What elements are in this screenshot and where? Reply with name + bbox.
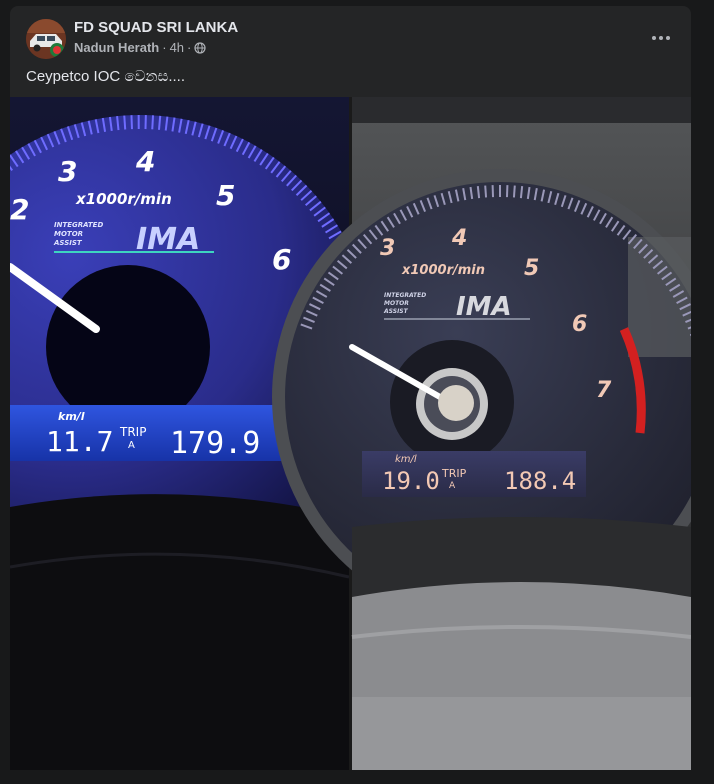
left-display-unit: km/l bbox=[58, 410, 85, 423]
right-logo-ima: IMA bbox=[456, 292, 512, 322]
right-tach-number: 7 bbox=[596, 378, 612, 403]
author-name[interactable]: Nadun Herath bbox=[74, 40, 159, 55]
right-economy-value: 19.0 bbox=[382, 467, 440, 495]
tach-tick bbox=[130, 115, 133, 130]
meta-separator-2: · bbox=[187, 40, 192, 55]
meta-separator: · bbox=[162, 40, 167, 55]
tach-tick bbox=[512, 185, 516, 198]
post-photo[interactable]: 2 3 4 5 6 7 x1000r/min INTEGRATED MOTOR … bbox=[10, 97, 691, 783]
post-card: FD SQUAD SRI LANKA Nadun Herath · 4h · C… bbox=[10, 6, 691, 784]
right-tach-number: 6 bbox=[572, 312, 587, 337]
left-tach-number: 4 bbox=[135, 145, 155, 178]
tach-tick bbox=[123, 115, 127, 130]
tach-tick bbox=[519, 186, 524, 199]
right-trip-label: TRIP bbox=[441, 467, 467, 480]
post-meta: Nadun Herath · 4h · bbox=[74, 40, 206, 55]
right-display-unit: km/l bbox=[395, 454, 417, 465]
globe-icon[interactable] bbox=[194, 41, 206, 54]
left-trip-value: 179.9 bbox=[170, 426, 260, 461]
tach-tick bbox=[158, 115, 162, 130]
left-logo-small: INTEGRATED bbox=[54, 221, 103, 229]
more-options-icon bbox=[652, 36, 670, 40]
post-time[interactable]: 4h bbox=[170, 40, 184, 55]
left-logo-small: MOTOR bbox=[54, 230, 83, 238]
right-logo-small: INTEGRATED bbox=[384, 292, 426, 299]
right-tach-number: 4 bbox=[451, 226, 467, 251]
left-trip-sub: A bbox=[128, 440, 135, 451]
right-tach-number: 5 bbox=[524, 256, 539, 281]
right-trip-value: 188.4 bbox=[504, 467, 576, 495]
group-name[interactable]: FD SQUAD SRI LANKA bbox=[74, 19, 238, 36]
tach-tick bbox=[116, 116, 120, 131]
left-economy-value: 11.7 bbox=[46, 425, 113, 458]
tach-tick bbox=[151, 115, 155, 130]
post-text: Ceypetco IOC වෙනස.... bbox=[26, 68, 186, 85]
left-rpm-unit: x1000r/min bbox=[75, 190, 172, 208]
left-tach-number: 5 bbox=[216, 179, 235, 212]
left-trip-label: TRIP bbox=[119, 425, 146, 439]
tach-tick bbox=[484, 185, 488, 198]
dashboard-photo-collage: 2 3 4 5 6 7 x1000r/min INTEGRATED MOTOR … bbox=[10, 97, 691, 783]
group-avatar[interactable] bbox=[26, 19, 66, 59]
right-logo-small: MOTOR bbox=[384, 300, 409, 307]
left-tach-number: 2 bbox=[10, 193, 29, 226]
right-trip-sub: A bbox=[449, 481, 456, 491]
tach-tick bbox=[476, 186, 481, 199]
more-options-button[interactable] bbox=[643, 20, 679, 56]
right-rpm-unit: x1000r/min bbox=[401, 263, 485, 278]
right-tach-number: 3 bbox=[380, 236, 395, 261]
left-logo-small: ASSIST bbox=[53, 239, 83, 247]
group-avatar-image bbox=[26, 19, 66, 59]
left-tach-number: 3 bbox=[58, 155, 77, 188]
right-logo-small: ASSIST bbox=[383, 308, 409, 315]
feed-bottom-gap bbox=[0, 770, 714, 784]
left-tach-number: 6 bbox=[272, 243, 291, 276]
